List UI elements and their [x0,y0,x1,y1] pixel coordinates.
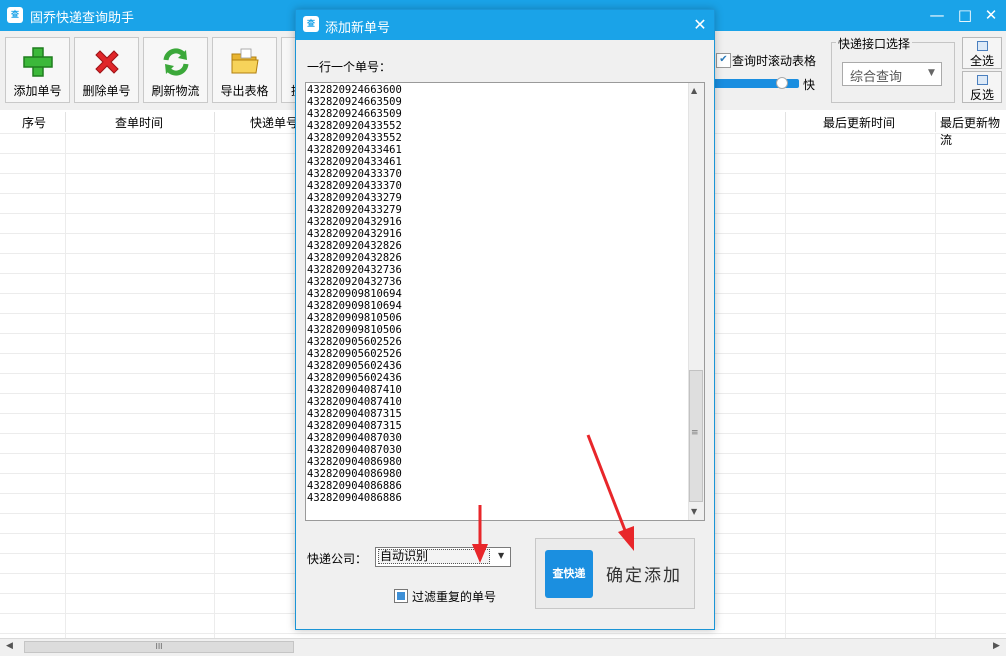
tracking-number-line: 432820920433461 [307,156,402,168]
tracking-number-line: 432820904086886 [307,492,402,504]
dialog-close-button[interactable]: ✕ [690,15,710,34]
invert-selection-label: 反选 [969,88,994,102]
tracking-number-line: 432820904087410 [307,384,402,396]
tracking-number-line: 432820904087030 [307,444,402,456]
scroll-up-icon[interactable]: ▲ [691,86,697,95]
speed-fast-label: 快 [803,78,816,92]
header-query-time[interactable]: 查单时间 [115,114,163,131]
tracking-number-line: 432820905602436 [307,372,402,384]
tracking-numbers-text[interactable]: 432820924663600 432820924663509 4328209246… [307,84,402,504]
api-group-title: 快递接口选择 [836,35,913,52]
close-button[interactable]: ✕ [980,5,1002,25]
tracking-number-line: 432820920433461 [307,144,402,156]
tracking-input-prompt: 一行一个单号： [307,60,392,74]
refresh-logistics-button[interactable]: 刷新物流 [143,37,208,103]
tracking-number-line: 432820924663600 [307,84,402,96]
tracking-number-line: 432820909810694 [307,288,402,300]
export-table-button[interactable]: 导出表格 [212,37,277,103]
tracking-number-line: 432820909810506 [307,312,402,324]
header-tracking-number[interactable]: 快递单号 [250,114,298,131]
scroll-right-icon[interactable]: ▶ [993,641,1000,651]
confirm-add-label: 确定添加 [606,566,682,586]
invert-selection-button[interactable]: 反选 [962,71,1002,103]
tracking-number-line: 432820924663509 [307,96,402,108]
header-divider [935,112,936,132]
select-all-icon [977,41,988,51]
tracking-number-line: 432820920432736 [307,276,402,288]
speed-slider-thumb[interactable] [776,77,788,89]
tracking-number-line: 432820905602526 [307,336,402,348]
maximize-button[interactable]: □ [954,5,976,25]
chevron-down-icon: ▼ [928,68,935,78]
refresh-logistics-label: 刷新物流 [151,84,200,98]
app-title: 固乔快递查询助手 [30,11,135,26]
tracking-number-line: 432820920433279 [307,192,402,204]
scroll-down-icon[interactable]: ▼ [691,507,697,516]
select-all-label: 全选 [969,54,994,68]
tracking-number-line: 432820909810694 [307,300,402,312]
invert-selection-icon [977,75,988,85]
filter-duplicates-label[interactable]: 过滤重复的单号 [412,588,496,605]
delete-number-label: 删除单号 [82,84,131,98]
horizontal-scroll-thumb[interactable]: III [24,641,294,653]
tracking-number-line: 432820920433279 [307,204,402,216]
tracking-number-line: 432820904087315 [307,408,402,420]
tracking-number-line: 432820920432916 [307,228,402,240]
tracking-number-line: 432820920432916 [307,216,402,228]
refresh-icon [163,48,189,76]
header-divider [214,112,215,132]
search-express-logo-icon: 查快递 [545,550,593,598]
tracking-number-line: 432820904087410 [307,396,402,408]
tracking-number-line: 432820905602436 [307,360,402,372]
plus-icon [23,47,53,77]
tracking-number-line: 432820904087315 [307,420,402,432]
tracking-number-line: 432820924663509 [307,108,402,120]
api-select-value: 综合查询 [850,70,903,85]
tracking-number-line: 432820920433370 [307,168,402,180]
dialog-logo-icon: 查 [303,16,319,32]
minimize-button[interactable]: — [926,5,948,25]
tracking-number-line: 432820920433370 [307,180,402,192]
header-index[interactable]: 序号 [22,114,46,131]
tracking-number-line: 432820904087030 [307,432,402,444]
tracking-number-line: 432820920432826 [307,240,402,252]
select-all-button[interactable]: 全选 [962,37,1002,69]
tracking-number-line: 432820920433552 [307,132,402,144]
scroll-grip-icon: ≡ [691,428,699,438]
tracking-number-line: 432820904086980 [307,456,402,468]
tracking-number-line: 432820904086886 [307,480,402,492]
folder-icon [231,48,259,74]
dialog-title: 添加新单号 [325,21,391,36]
app-logo-icon: 查 [7,7,23,23]
scroll-table-label: 查询时滚动表格 [732,54,817,68]
export-table-label: 导出表格 [220,84,269,98]
chevron-down-icon: ▼ [498,551,505,560]
delete-x-icon [95,50,119,74]
delete-number-button[interactable]: 删除单号 [74,37,139,103]
add-number-button[interactable]: 添加单号 [5,37,70,103]
tracking-number-line: 432820920432736 [307,264,402,276]
header-divider [785,112,786,132]
header-divider [65,112,66,132]
courier-company-label: 快递公司： [307,552,368,566]
header-last-update-time[interactable]: 最后更新时间 [823,114,895,131]
tracking-number-line: 432820905602526 [307,348,402,360]
add-number-label: 添加单号 [13,84,62,98]
tracking-number-line: 432820904086980 [307,468,402,480]
scroll-left-icon[interactable]: ◀ [6,641,13,651]
tracking-number-line: 432820920433552 [307,120,402,132]
courier-company-value: 自动识别 [378,549,490,564]
tracking-number-line: 432820920432826 [307,252,402,264]
scroll-table-checkbox[interactable]: ✔ [716,53,731,68]
checkbox-checked-indicator [397,592,405,600]
tracking-number-line: 432820909810506 [307,324,402,336]
